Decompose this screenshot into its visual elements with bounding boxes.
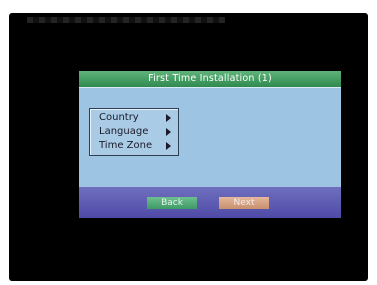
menu-item-language[interactable]: Language xyxy=(99,125,175,139)
chevron-right-icon xyxy=(166,128,171,136)
dialog-title: First Time Installation (1) xyxy=(79,71,341,87)
menu-item-time-zone[interactable]: Time Zone xyxy=(99,139,175,153)
menu-item-label: Country xyxy=(99,112,139,123)
menu-item-label: Time Zone xyxy=(99,140,153,151)
tv-screen: First Time Installation (1) Country Lang… xyxy=(9,13,368,281)
dialog-footer: Back Next xyxy=(79,187,341,218)
dialog-content: Country Language Time Zone xyxy=(79,87,341,187)
back-button[interactable]: Back xyxy=(147,197,197,209)
menu-item-label: Language xyxy=(99,126,149,137)
installation-dialog: First Time Installation (1) Country Lang… xyxy=(79,71,341,218)
chevron-right-icon xyxy=(166,142,171,150)
menu-item-country[interactable]: Country xyxy=(99,111,175,125)
screen-glare xyxy=(27,17,225,23)
next-button[interactable]: Next xyxy=(219,197,269,209)
settings-menu: Country Language Time Zone xyxy=(89,108,179,156)
chevron-right-icon xyxy=(166,114,171,122)
